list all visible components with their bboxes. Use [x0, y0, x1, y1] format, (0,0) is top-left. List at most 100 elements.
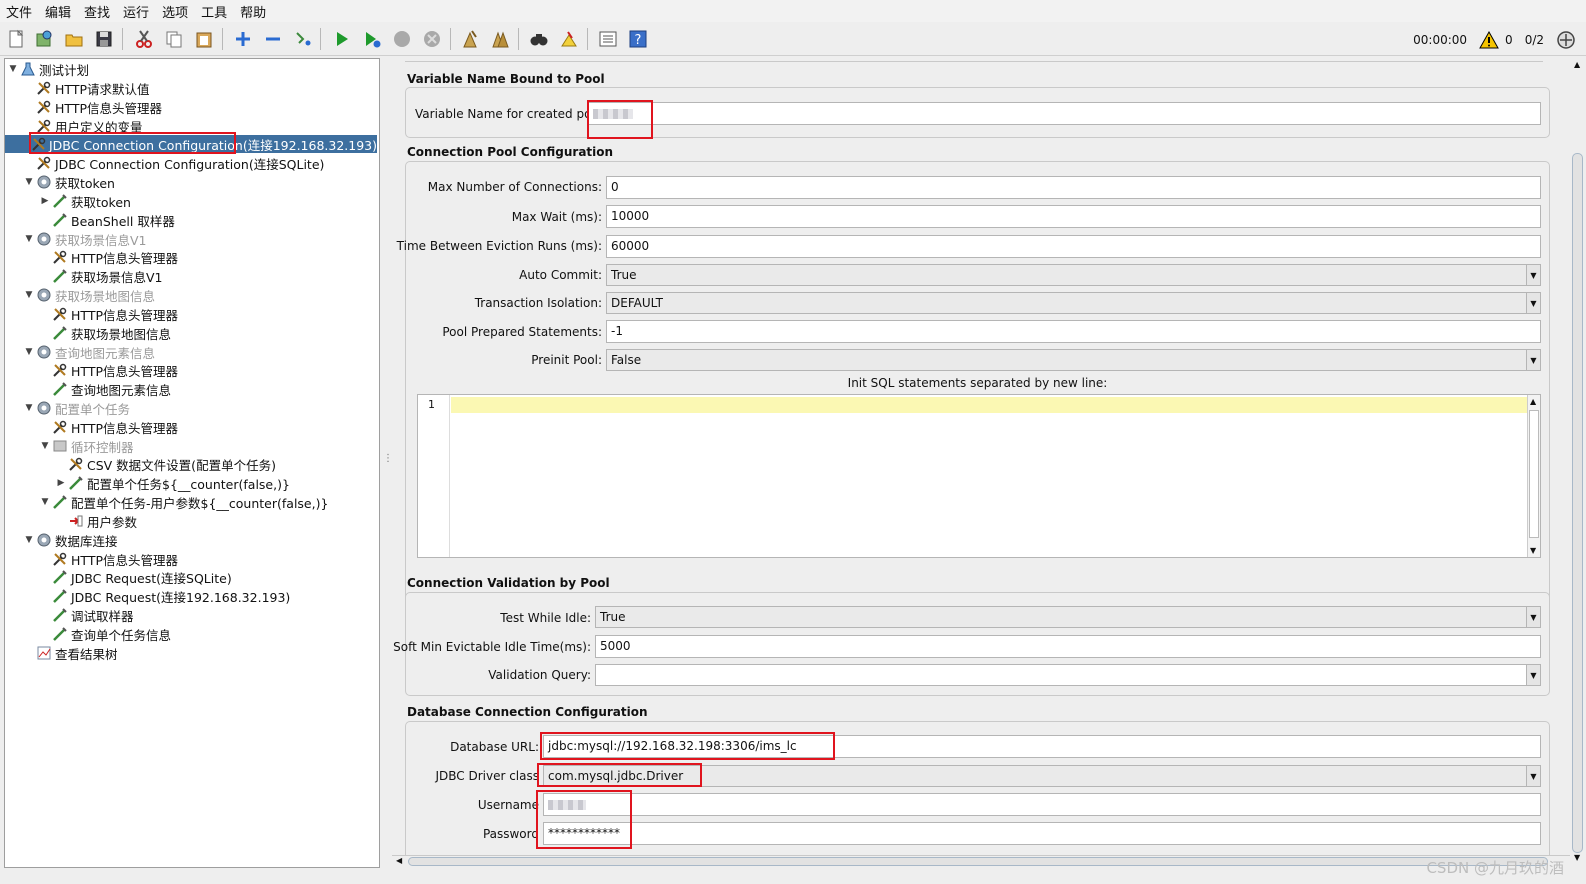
- chevron-down-icon[interactable]: ▼: [1526, 293, 1540, 313]
- tree-expander-icon[interactable]: ▼: [23, 290, 35, 300]
- config-icon: [51, 249, 69, 265]
- tree-node[interactable]: ▶ 获取token: [39, 192, 131, 210]
- chevron-down-icon[interactable]: ▼: [1526, 350, 1540, 370]
- tree-node[interactable]: ▼ 获取场景地图信息: [23, 286, 155, 304]
- tree-expander-icon[interactable]: ▼: [23, 347, 35, 357]
- tree-node[interactable]: 获取场景信息V1: [39, 267, 163, 285]
- tree-node[interactable]: ▼ 数据库连接: [23, 531, 118, 549]
- max-wait-input[interactable]: 10000: [606, 205, 1541, 228]
- tree-expander-icon[interactable]: ▼: [23, 234, 35, 244]
- validation-query-select[interactable]: ▼: [595, 664, 1541, 686]
- menu-help[interactable]: 帮助: [240, 2, 266, 21]
- start-no-pause-icon[interactable]: [361, 28, 383, 50]
- max-connections-input[interactable]: 0: [606, 176, 1541, 199]
- tree-node[interactable]: HTTP请求默认值: [23, 79, 150, 97]
- tree-node[interactable]: JDBC Request(连接SQLite): [39, 568, 232, 586]
- transaction-isolation-select[interactable]: DEFAULT ▼: [606, 292, 1541, 314]
- test-while-idle-select[interactable]: True ▼: [595, 606, 1541, 628]
- tree-expander-icon[interactable]: ▶: [39, 196, 51, 206]
- toggle-icon[interactable]: [292, 28, 314, 50]
- editor-scrollbar[interactable]: ▲ ▼: [1527, 395, 1540, 557]
- right-panel-hscrollbar[interactable]: ◀: [392, 855, 1570, 868]
- collapse-icon[interactable]: [262, 28, 284, 50]
- menu-search[interactable]: 查找: [84, 2, 110, 21]
- tree-node[interactable]: ▼ 获取场景信息V1: [23, 230, 147, 248]
- database-url-input[interactable]: jdbc:mysql://192.168.32.198:3306/ims_lc: [543, 735, 1541, 758]
- menu-edit[interactable]: 编辑: [45, 2, 71, 21]
- tree-node[interactable]: BeanShell 取样器: [39, 211, 175, 229]
- tree-expander-icon[interactable]: ▼: [23, 535, 35, 545]
- tree-node[interactable]: 查看结果树: [23, 644, 118, 662]
- eviction-runs-input[interactable]: 60000: [606, 235, 1541, 258]
- tree-node[interactable]: HTTP信息头管理器: [23, 98, 162, 116]
- tree-node[interactable]: 查询地图元素信息: [39, 380, 171, 398]
- expand-icon[interactable]: [232, 28, 254, 50]
- open-icon[interactable]: [63, 28, 85, 50]
- paste-icon[interactable]: [193, 28, 215, 50]
- tree-node[interactable]: ▼ 配置单个任务-用户参数${__counter(false,)}: [39, 493, 328, 511]
- tree-node[interactable]: ▼ 配置单个任务: [23, 399, 130, 417]
- menu-tools[interactable]: 工具: [201, 2, 227, 21]
- username-input[interactable]: [543, 793, 1541, 816]
- tree-node[interactable]: 调试取样器: [39, 606, 134, 624]
- menu-options[interactable]: 选项: [162, 2, 188, 21]
- warning-icon[interactable]: [1479, 31, 1499, 49]
- password-input[interactable]: ************: [543, 822, 1541, 845]
- soft-min-idle-input[interactable]: 5000: [595, 635, 1541, 658]
- function-helper-icon[interactable]: [597, 28, 619, 50]
- tree-node[interactable]: HTTP信息头管理器: [39, 550, 178, 568]
- tree-node[interactable]: HTTP信息头管理器: [39, 418, 178, 436]
- templates-icon[interactable]: [33, 28, 55, 50]
- tree-node[interactable]: JDBC Request(连接192.168.32.193): [39, 587, 290, 605]
- tree-node[interactable]: HTTP信息头管理器: [39, 248, 178, 266]
- init-sql-editor[interactable]: 1 ▲ ▼: [417, 394, 1541, 558]
- chevron-down-icon[interactable]: ▼: [1526, 665, 1540, 685]
- tree-node[interactable]: 获取场景地图信息: [39, 324, 171, 342]
- tree-expander-icon[interactable]: ▼: [23, 177, 35, 187]
- right-panel-scrollbar[interactable]: ▲ ▼: [1570, 58, 1586, 868]
- preinit-pool-select[interactable]: False ▼: [606, 349, 1541, 371]
- menu-file[interactable]: 文件: [6, 2, 32, 21]
- tree-node[interactable]: HTTP信息头管理器: [39, 361, 178, 379]
- tree-node[interactable]: 用户定义的变量: [23, 117, 143, 135]
- panel-splitter[interactable]: ⋮: [381, 58, 393, 868]
- shutdown-icon[interactable]: [421, 28, 443, 50]
- tree-expander-icon[interactable]: ▶: [55, 478, 67, 488]
- jdbc-driver-select[interactable]: com.mysql.jdbc.Driver ▼: [543, 765, 1541, 787]
- reset-search-icon[interactable]: [558, 28, 580, 50]
- help-icon[interactable]: ?: [627, 28, 649, 50]
- save-icon[interactable]: [93, 28, 115, 50]
- tree-expander-icon[interactable]: ▼: [39, 441, 51, 451]
- tree-node[interactable]: JDBC Connection Configuration(连接SQLite): [23, 154, 324, 172]
- clear-all-icon[interactable]: [489, 28, 511, 50]
- test-plan-tree[interactable]: ▼ 测试计划 HTTP请求默认值 HTTP信息头管理器 用户定义的变量 JDBC Conn…: [4, 58, 380, 868]
- search-icon[interactable]: [528, 28, 550, 50]
- menu-run[interactable]: 运行: [123, 2, 149, 21]
- clear-icon[interactable]: [459, 28, 481, 50]
- stop-icon[interactable]: [391, 28, 413, 50]
- tree-expander-icon[interactable]: ▼: [7, 64, 19, 74]
- tree-node[interactable]: 用户参数: [55, 512, 137, 530]
- copy-icon[interactable]: [163, 28, 185, 50]
- tree-expander-icon[interactable]: ▼: [23, 403, 35, 413]
- tree-node[interactable]: ▼ 测试计划: [7, 60, 89, 78]
- tree-node[interactable]: ▼ 循环控制器: [39, 437, 134, 455]
- pool-variable-input[interactable]: [588, 102, 1541, 125]
- tree-node[interactable]: 查询单个任务信息: [39, 625, 171, 643]
- auto-commit-select[interactable]: True ▼: [606, 264, 1541, 286]
- start-icon[interactable]: [331, 28, 353, 50]
- tree-node[interactable]: HTTP信息头管理器: [39, 305, 178, 323]
- tree-node[interactable]: ▼ 查询地图元素信息: [23, 343, 155, 361]
- tree-expander-icon[interactable]: ▼: [39, 497, 51, 507]
- tree-node[interactable]: CSV 数据文件设置(配置单个任务): [55, 455, 276, 473]
- tree-node-selected[interactable]: JDBC Connection Configuration(连接192.168.…: [5, 135, 377, 153]
- prepared-statements-input[interactable]: -1: [606, 320, 1541, 343]
- chevron-down-icon[interactable]: ▼: [1526, 766, 1540, 786]
- tree-node-label: 数据库连接: [55, 533, 118, 549]
- tree-node[interactable]: ▶ 配置单个任务${__counter(false,)}: [55, 474, 290, 492]
- tree-node[interactable]: ▼ 获取token: [23, 173, 115, 191]
- cut-icon[interactable]: [133, 28, 155, 50]
- chevron-down-icon[interactable]: ▼: [1526, 607, 1540, 627]
- new-icon[interactable]: [5, 28, 27, 50]
- chevron-down-icon[interactable]: ▼: [1526, 265, 1540, 285]
